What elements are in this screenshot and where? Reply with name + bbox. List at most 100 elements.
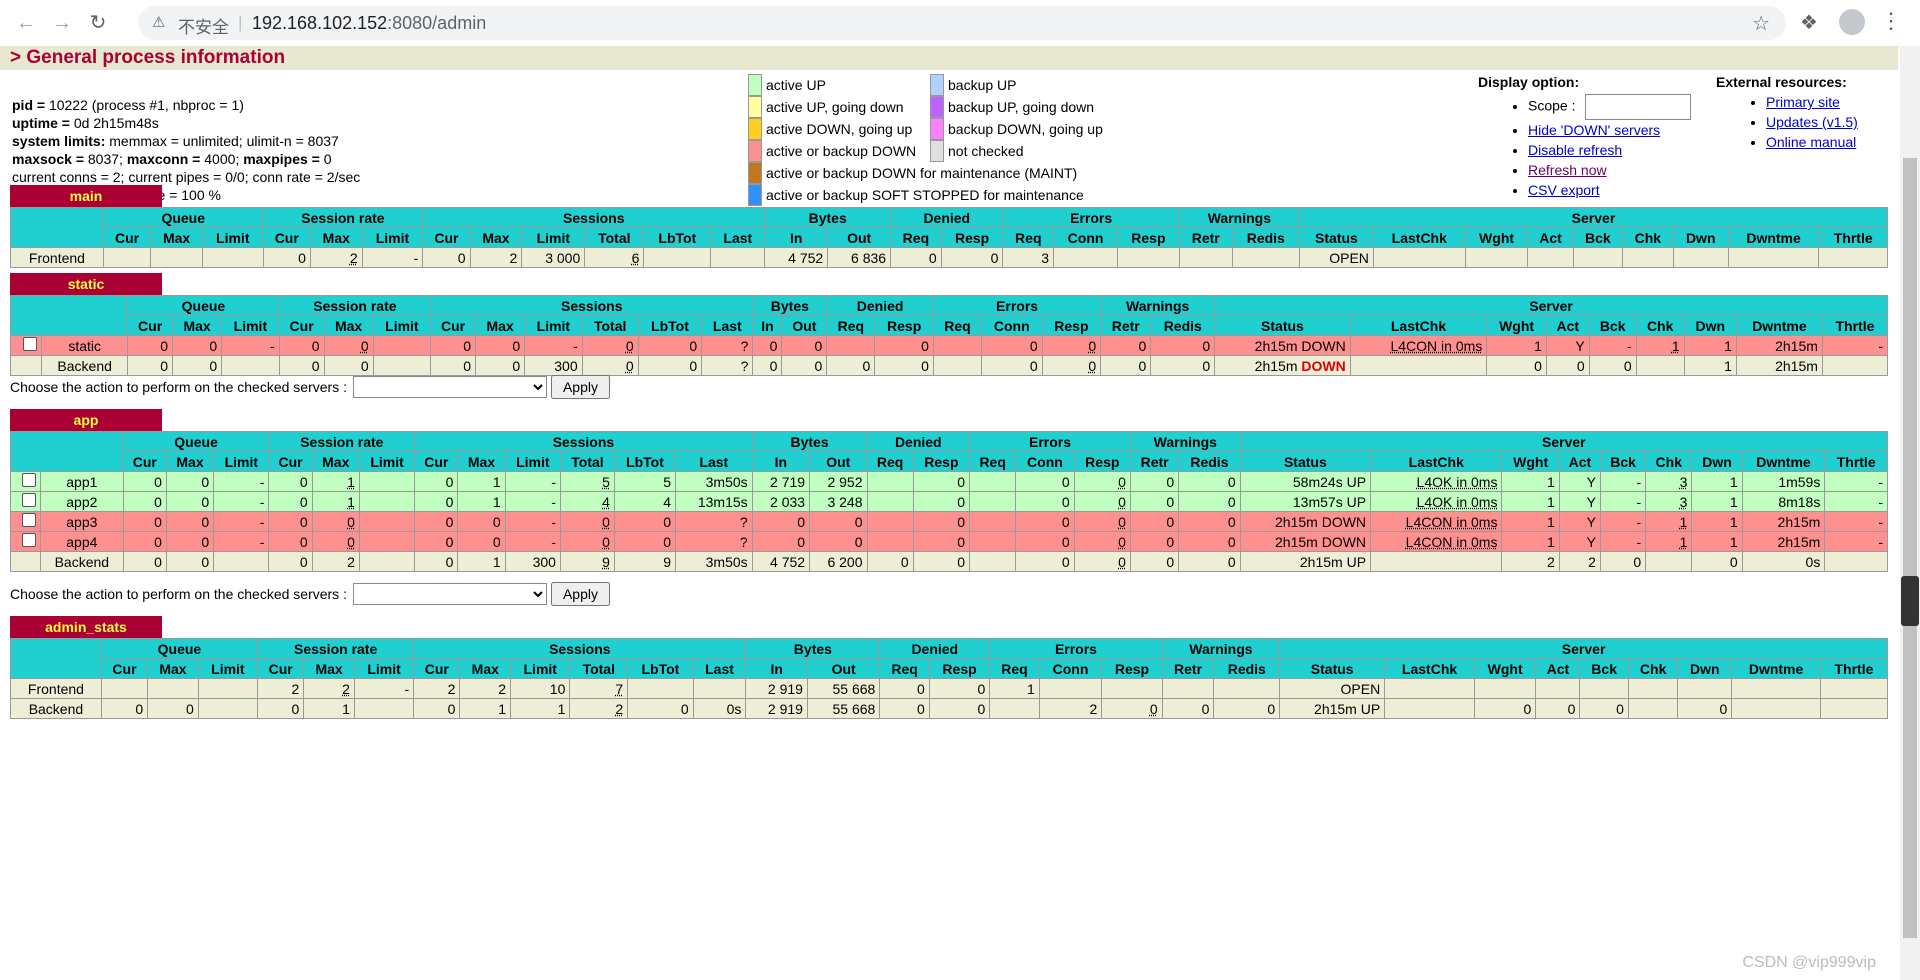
stat-cell: 1m59s xyxy=(1741,471,1826,492)
column-header: Conn xyxy=(1038,658,1103,679)
column-header: Thrtle xyxy=(1818,227,1888,248)
csv-export-link[interactable]: CSV export xyxy=(1528,182,1600,198)
stat-cell: 1 xyxy=(457,551,506,572)
scope-input[interactable] xyxy=(1585,94,1692,120)
disable-refresh-link[interactable]: Disable refresh xyxy=(1528,142,1622,158)
stat-cell xyxy=(197,678,259,699)
stat-cell: 0 xyxy=(751,531,811,552)
stat-cell: 10 xyxy=(510,678,571,699)
column-header: LastChk xyxy=(1372,227,1466,248)
external-resources-title: External resources: xyxy=(1716,74,1847,90)
status-cell: 2h15m UP xyxy=(1279,698,1386,719)
stat-cell: 0 xyxy=(122,531,167,552)
primary-site-link[interactable]: Primary site xyxy=(1766,94,1840,110)
lastchk-value[interactable]: L4OK in 0ms xyxy=(1417,474,1498,490)
profile-avatar-icon[interactable] xyxy=(1839,9,1865,35)
stat-cell: 0 xyxy=(1129,551,1180,572)
stat-cell: 2h15m xyxy=(1741,531,1826,552)
server-action-bar: Choose the action to perform on the chec… xyxy=(10,375,610,399)
column-header: Limit xyxy=(358,451,416,472)
stat-cell: 0 xyxy=(581,355,639,376)
row-select-cell xyxy=(10,511,41,532)
side-grip-handle[interactable] xyxy=(1901,576,1919,626)
action-select[interactable] xyxy=(352,583,547,605)
stat-cell xyxy=(213,551,270,572)
column-header: Req xyxy=(826,315,876,336)
stat-cell xyxy=(372,335,432,356)
bookmark-star-icon[interactable]: ☆ xyxy=(1752,11,1770,36)
stat-cell: 6 836 xyxy=(827,247,892,268)
stat-cell: - xyxy=(213,471,270,492)
stat-cell: 0 xyxy=(268,511,313,532)
action-select[interactable] xyxy=(352,376,547,398)
stat-cell: 0 xyxy=(311,531,360,552)
column-header: Cur xyxy=(278,315,325,336)
stat-cell: 0 xyxy=(940,247,1004,268)
stat-cell xyxy=(1622,247,1674,268)
legend-row: active or backup SOFT STOPPED for mainte… xyxy=(748,184,1112,206)
server-checkbox[interactable] xyxy=(21,493,36,507)
stat-cell: 2 xyxy=(1558,551,1601,572)
lastchk-value[interactable]: L4OK in 0ms xyxy=(1417,494,1498,510)
stat-cell: Y xyxy=(1558,531,1601,552)
stat-cell xyxy=(147,678,199,699)
column-header: Cur xyxy=(422,227,471,248)
stat-cell: 1 xyxy=(1645,511,1693,532)
stat-cell: Y xyxy=(1545,335,1590,356)
column-header: Last xyxy=(710,227,766,248)
column-header: LastChk xyxy=(1370,451,1503,472)
column-header: Cur xyxy=(127,315,174,336)
apply-button[interactable]: Apply xyxy=(550,582,610,606)
page-scrollbar[interactable] xyxy=(1900,46,1920,980)
refresh-now-link[interactable]: Refresh now xyxy=(1528,162,1607,178)
menu-kebab-icon[interactable]: ⋮ xyxy=(1880,8,1902,34)
stat-cell: 1 xyxy=(1691,491,1743,512)
address-bar[interactable]: ⚠ 不安全 | 192.168.102.152:8080/admin ☆ xyxy=(138,6,1786,40)
stat-cell: 0 xyxy=(323,355,374,376)
extensions-puzzle-icon[interactable]: ❖ xyxy=(1800,10,1818,35)
stat-cell xyxy=(358,551,416,572)
stat-cell: 0 xyxy=(1129,511,1180,532)
reload-icon[interactable]: ↻ xyxy=(86,11,110,35)
column-header: Last xyxy=(675,451,753,472)
online-manual-link[interactable]: Online manual xyxy=(1766,134,1856,150)
pid-line: pid = 10222 (process #1, nbproc = 1) xyxy=(12,96,360,114)
column-header: Status xyxy=(1239,451,1372,472)
updates-link[interactable]: Updates (v1.5) xyxy=(1766,114,1858,130)
primary-site-item: Primary site xyxy=(1766,92,1858,112)
hide-down-link[interactable]: Hide 'DOWN' servers xyxy=(1528,122,1660,138)
stat-cell: 0 xyxy=(1015,471,1075,492)
insecure-label: 不安全 xyxy=(178,18,229,37)
server-checkbox[interactable] xyxy=(21,533,36,547)
forward-arrow-icon[interactable]: → xyxy=(50,11,74,35)
proxy-table-static: Queue Session rate Sessions Bytes Denied Erro… xyxy=(9,295,1889,376)
lastchk-value[interactable]: L4CON in 0ms xyxy=(1406,514,1498,530)
lastchk-cell xyxy=(1384,678,1475,699)
header-corner xyxy=(10,638,102,679)
stat-cell: 2 xyxy=(569,698,629,719)
legend-item: backup UP, going down xyxy=(930,96,1112,118)
column-header: Status xyxy=(1214,315,1351,336)
stat-value: 0 xyxy=(360,337,369,354)
stat-cell: 0 xyxy=(1178,491,1241,512)
column-header: Act xyxy=(1545,315,1590,336)
legend-item: backup UP xyxy=(930,74,1112,96)
stat-value: 6 xyxy=(631,249,640,266)
stat-cell: - xyxy=(213,511,270,532)
server-checkbox[interactable] xyxy=(23,337,38,351)
pid-label: pid = xyxy=(12,97,49,113)
scope-item: Scope : xyxy=(1528,94,1692,120)
header-group: Errors xyxy=(989,638,1163,659)
proxy-name-static: static xyxy=(10,273,162,295)
server-checkbox[interactable] xyxy=(21,513,36,527)
back-arrow-icon[interactable]: ← xyxy=(14,11,38,35)
apply-button[interactable]: Apply xyxy=(550,375,610,399)
lastchk-value[interactable]: L4CON in 0ms xyxy=(1390,338,1482,354)
stat-cell: 0 xyxy=(980,335,1043,356)
stat-cell: 1 xyxy=(459,698,512,719)
scrollbar-thumb[interactable] xyxy=(1903,158,1917,938)
lastchk-value[interactable]: L4CON in 0ms xyxy=(1406,534,1498,550)
stat-value: 1 xyxy=(347,473,355,490)
legend-row: active or backup DOWN for maintenance (M… xyxy=(748,162,1112,184)
server-checkbox[interactable] xyxy=(21,473,36,487)
